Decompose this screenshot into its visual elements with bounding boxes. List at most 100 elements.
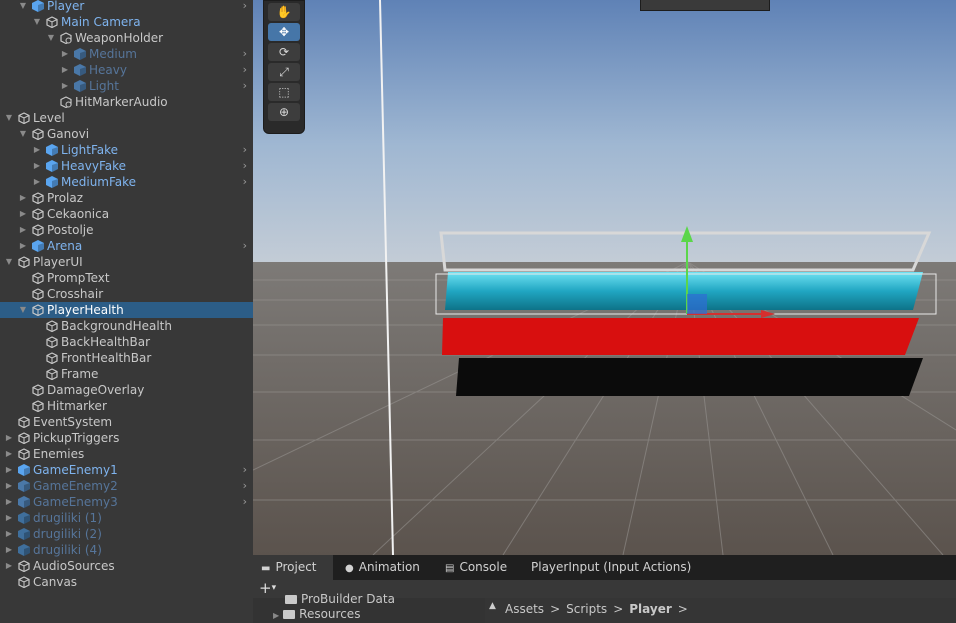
expand-arrow-icon[interactable]: ▶ [4, 542, 14, 558]
hierarchy-item-weaponholder[interactable]: ▼ WeaponHolder [0, 30, 253, 46]
hierarchy-item-eventsystem[interactable]: EventSystem [0, 414, 253, 430]
hierarchy-item-main-camera[interactable]: ▼ Main Camera [0, 14, 253, 30]
scale-tool-button[interactable]: ⤢ [268, 63, 300, 81]
expand-arrow-icon[interactable]: ▶ [60, 62, 70, 78]
hierarchy-item-damageoverlay[interactable]: DamageOverlay [0, 382, 253, 398]
hierarchy-item-ganovi[interactable]: ▼ Ganovi [0, 126, 253, 142]
tab-playerinput-input-actions[interactable]: PlayerInput (Input Actions) [523, 555, 701, 580]
hierarchy-item-crosshair[interactable]: Crosshair [0, 286, 253, 302]
hierarchy-item-heavyfake[interactable]: ▶ HeavyFake › [0, 158, 253, 174]
expand-arrow-icon[interactable]: ▶ [4, 526, 14, 542]
chevron-right-icon[interactable]: › [243, 174, 247, 190]
expand-arrow-icon[interactable]: ▶ [4, 430, 14, 446]
hierarchy-item-medium[interactable]: ▶ Medium › [0, 46, 253, 62]
collapse-arrow-icon[interactable]: ▼ [46, 30, 56, 46]
hierarchy-item-audiosources[interactable]: ▶ AudioSources [0, 558, 253, 574]
hierarchy-item-hitmarker[interactable]: Hitmarker [0, 398, 253, 414]
hierarchy-item-player[interactable]: ▼ Player › [0, 0, 253, 14]
expand-arrow-icon[interactable]: ▶ [60, 46, 70, 62]
hierarchy-item-enemies[interactable]: ▶ Enemies [0, 446, 253, 462]
hierarchy-item-backhealthbar[interactable]: BackHealthBar [0, 334, 253, 350]
hierarchy-item-label: AudioSources [33, 559, 115, 573]
hierarchy-item-cekaonica[interactable]: ▶ Cekaonica [0, 206, 253, 222]
scene-canvas[interactable] [253, 0, 956, 555]
gizmo-plane-handle[interactable] [687, 294, 707, 314]
hierarchy-item-pickuptriggers[interactable]: ▶ PickupTriggers [0, 430, 253, 446]
hierarchy-item-gameenemy2[interactable]: ▶ GameEnemy2 › [0, 478, 253, 494]
folder-probuilder-data[interactable]: ProBuilder Data [285, 592, 395, 606]
collapse-arrow-icon[interactable]: ▼ [4, 110, 14, 126]
hierarchy-item-prolaz[interactable]: ▶ Prolaz [0, 190, 253, 206]
chevron-right-icon[interactable]: › [243, 62, 247, 78]
collapse-arrow-icon[interactable]: ▼ [18, 126, 28, 142]
bottom-tabs: ▬ Project ● Animation ▤ Console PlayerInput (I… [253, 555, 956, 580]
expand-arrow-icon[interactable]: ▶ [4, 494, 14, 510]
expand-arrow-icon[interactable]: ▶ [18, 206, 28, 222]
collapse-arrow-icon[interactable]: ▲ [489, 601, 496, 611]
expand-arrow-icon[interactable]: ▶ [60, 78, 70, 94]
expand-arrow-icon[interactable]: ▶ [4, 462, 14, 478]
add-button[interactable]: +▾ [259, 580, 276, 597]
hierarchy-item-heavy[interactable]: ▶ Heavy › [0, 62, 253, 78]
hierarchy-item-playerui[interactable]: ▼ PlayerUI [0, 254, 253, 270]
chevron-right-icon[interactable]: › [243, 478, 247, 494]
expand-arrow-icon[interactable]: ▶ [4, 446, 14, 462]
chevron-right-icon[interactable]: › [243, 78, 247, 94]
expand-arrow-icon[interactable]: ▶ [4, 558, 14, 574]
expand-arrow-icon[interactable]: ▶ [32, 158, 42, 174]
hierarchy-item-canvas[interactable]: Canvas [0, 574, 253, 590]
hierarchy-item-promptext[interactable]: PrompText [0, 270, 253, 286]
hierarchy-item-fronthealthbar[interactable]: FrontHealthBar [0, 350, 253, 366]
hierarchy-item-hitmarkeraudio[interactable]: HitMarkerAudio [0, 94, 253, 110]
expand-arrow-icon[interactable]: ▶ [18, 222, 28, 238]
breadcrumb-item-player[interactable]: Player [629, 602, 672, 616]
tab-console[interactable]: ▤ Console [437, 555, 525, 580]
chevron-right-icon[interactable]: › [243, 494, 247, 510]
tab-project[interactable]: ▬ Project [253, 555, 333, 580]
hierarchy-item-drugiliki-1[interactable]: ▶ drugiliki (1) [0, 510, 253, 526]
chevron-right-icon[interactable]: › [243, 238, 247, 254]
expand-arrow-icon[interactable]: ▶ [32, 174, 42, 190]
hierarchy-item-backgroundhealth[interactable]: BackgroundHealth [0, 318, 253, 334]
hierarchy-item-light[interactable]: ▶ Light › [0, 78, 253, 94]
scene-view[interactable] [253, 0, 956, 555]
tab-animation[interactable]: ● Animation [337, 555, 437, 580]
hierarchy-item-playerhealth[interactable]: ▼ PlayerHealth [0, 302, 253, 318]
hierarchy-item-gameenemy3[interactable]: ▶ GameEnemy3 › [0, 494, 253, 510]
expand-arrow-icon[interactable]: ▶ [4, 510, 14, 526]
hierarchy-item-lightfake[interactable]: ▶ LightFake › [0, 142, 253, 158]
hierarchy-item-drugiliki-4[interactable]: ▶ drugiliki (4) [0, 542, 253, 558]
collapse-arrow-icon[interactable]: ▼ [4, 254, 14, 270]
expand-arrow-icon[interactable]: ▶ [4, 478, 14, 494]
move-tool-button[interactable]: ✥ [268, 23, 300, 41]
folder-resources[interactable]: ▶ Resources [273, 607, 360, 621]
scene-top-toolbar[interactable] [640, 0, 770, 11]
rotate-tool-button[interactable]: ⟳ [268, 43, 300, 61]
hierarchy-item-mediumfake[interactable]: ▶ MediumFake › [0, 174, 253, 190]
collapse-arrow-icon[interactable]: ▼ [32, 14, 42, 30]
hierarchy-item-arena[interactable]: ▶ Arena › [0, 238, 253, 254]
chevron-right-icon[interactable]: › [243, 462, 247, 478]
breadcrumb-item-assets[interactable]: Assets [505, 602, 544, 616]
hierarchy-item-label: Canvas [33, 575, 78, 589]
expand-arrow-icon[interactable]: ▶ [18, 190, 28, 206]
hand-tool-button[interactable]: ✋ [268, 3, 300, 21]
breadcrumb-item-scripts[interactable]: Scripts [566, 602, 607, 616]
collapse-arrow-icon[interactable]: ▼ [18, 0, 28, 14]
chevron-right-icon[interactable]: › [243, 0, 247, 14]
transform-tool-button[interactable]: ⊕ [268, 103, 300, 121]
hierarchy-item-gameenemy1[interactable]: ▶ GameEnemy1 › [0, 462, 253, 478]
expand-arrow-icon[interactable]: ▶ [32, 142, 42, 158]
chevron-right-icon[interactable]: › [243, 158, 247, 174]
hierarchy-item-level[interactable]: ▼ Level [0, 110, 253, 126]
hierarchy-item-postolje[interactable]: ▶ Postolje [0, 222, 253, 238]
hierarchy-item-label: Cekaonica [47, 207, 110, 221]
hierarchy-item-frame[interactable]: Frame [0, 366, 253, 382]
collapse-arrow-icon[interactable]: ▼ [18, 302, 28, 318]
gameobject-icon [32, 128, 44, 141]
chevron-right-icon[interactable]: › [243, 142, 247, 158]
expand-arrow-icon[interactable]: ▶ [18, 238, 28, 254]
chevron-right-icon[interactable]: › [243, 46, 247, 62]
rect-tool-button[interactable]: ⬚ [268, 83, 300, 101]
hierarchy-item-drugiliki-2[interactable]: ▶ drugiliki (2) [0, 526, 253, 542]
